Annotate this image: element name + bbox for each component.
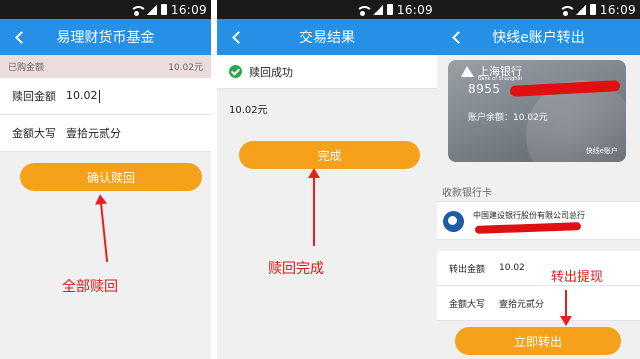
- redeem-screen: 16:09 易理财货币基金 已购金额 10.02元 赎回金额 10.02 金额大…: [0, 0, 211, 359]
- signal-icon: [146, 4, 157, 15]
- battery-icon: [589, 4, 596, 15]
- page-title: 易理财货币基金: [56, 30, 155, 46]
- receive-bank-row[interactable]: 中国建设银行股份有限公司总行: [437, 201, 640, 240]
- clock: 16:09: [170, 2, 207, 17]
- back-arrow-icon[interactable]: [451, 29, 465, 45]
- annotation-text: 赎回完成: [268, 261, 324, 277]
- card-balance: 账户余额：10.02元: [468, 113, 548, 123]
- transfer-out-screen: 16:09 快线e账户转出 上海银行 Bank of Shanghai 8955…: [437, 0, 640, 359]
- annotation-text: 转出提现: [551, 270, 604, 285]
- title-bar: 快线e账户转出: [437, 19, 640, 55]
- redeem-amount-label: 赎回金额: [12, 90, 56, 103]
- amount-uppercase-value: 壹拾元贰分: [66, 127, 121, 140]
- ccb-logo-icon: [443, 211, 464, 232]
- redeem-form: 赎回金额 10.02 金额大写 壹拾元贰分: [0, 78, 211, 152]
- done-button[interactable]: 完成: [239, 141, 420, 169]
- clock: 16:09: [599, 2, 636, 17]
- out-amount-row: 转出金额 10.02: [437, 251, 640, 286]
- title-bar: 易理财货币基金: [0, 19, 211, 55]
- wifi-icon: [356, 5, 369, 16]
- back-arrow-icon[interactable]: [14, 29, 28, 45]
- receive-card-label: 收款银行卡: [442, 188, 492, 199]
- bought-value: 10.02元: [168, 63, 203, 73]
- annotation-text: 全部赎回: [62, 279, 118, 295]
- redeem-amount-input[interactable]: 10.02: [66, 89, 100, 103]
- account-card: 上海银行 Bank of Shanghai 8955 账户余额：10.02元 快…: [448, 60, 626, 162]
- status-bar: 16:09: [217, 0, 437, 19]
- wifi-icon: [559, 5, 572, 16]
- wifi-icon: [130, 5, 143, 16]
- receive-bank-name: 中国建设银行股份有限公司总行: [473, 211, 585, 220]
- card-number: 8955: [468, 82, 501, 96]
- card-product: 快线e账户: [585, 147, 618, 155]
- bought-label: 已购金额: [8, 63, 45, 73]
- signal-icon: [372, 4, 383, 15]
- redeem-amount-value: 10.02: [66, 89, 98, 103]
- check-circle-icon: [229, 65, 242, 78]
- amount-uppercase-row: 金额大写 壹拾元贰分: [0, 115, 211, 152]
- annotation-arrow: [99, 202, 109, 262]
- bought-amount-row: 已购金额 10.02元: [0, 55, 211, 78]
- text-cursor: [98, 89, 100, 103]
- page-title: 交易结果: [299, 30, 355, 46]
- bank-logo-icon: [461, 66, 474, 77]
- out-amount-label: 转出金额: [449, 264, 486, 275]
- transfer-form: 转出金额 10.02 金额大写 壹拾元贰分: [437, 251, 640, 321]
- redaction-mark: [474, 222, 582, 234]
- title-bar: 交易结果: [217, 19, 437, 55]
- confirm-redeem-button[interactable]: 确认赎回: [20, 163, 202, 191]
- battery-icon: [386, 4, 393, 15]
- status-bar: 16:09: [437, 0, 640, 19]
- success-row: 赎回成功: [217, 55, 437, 89]
- back-arrow-icon[interactable]: [231, 29, 245, 45]
- amount-uppercase-value: 壹拾元贰分: [499, 299, 545, 310]
- transfer-now-button[interactable]: 立即转出: [455, 327, 621, 355]
- out-amount-value[interactable]: 10.02: [499, 263, 525, 273]
- page-title: 快线e账户转出: [492, 30, 585, 46]
- result-screen: 16:09 交易结果 赎回成功 10.02元 完成 赎回完成: [217, 0, 437, 359]
- redeem-amount-row: 赎回金额 10.02: [0, 78, 211, 115]
- amount-uppercase-row: 金额大写 壹拾元贰分: [437, 286, 640, 321]
- signal-icon: [575, 4, 586, 15]
- battery-icon: [160, 4, 167, 15]
- annotation-arrow: [308, 168, 320, 246]
- amount-uppercase-label: 金额大写: [449, 299, 486, 310]
- clock: 16:09: [396, 2, 433, 17]
- annotation-arrow: [565, 290, 567, 318]
- result-amount: 10.02元: [229, 104, 268, 116]
- status-bar: 16:09: [0, 0, 211, 19]
- success-text: 赎回成功: [249, 65, 293, 79]
- amount-uppercase-label: 金额大写: [12, 127, 56, 140]
